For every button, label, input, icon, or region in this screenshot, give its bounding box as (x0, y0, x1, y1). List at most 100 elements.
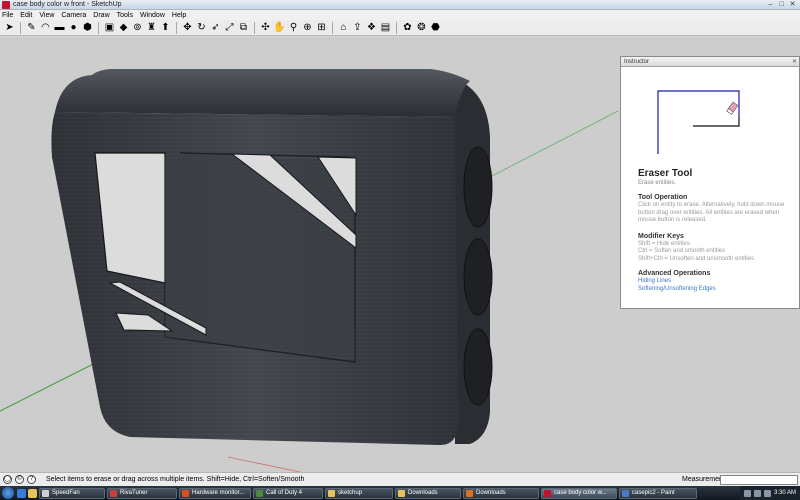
zoom-extents-icon[interactable]: ⊞ (315, 21, 328, 34)
app-icon (622, 489, 629, 497)
window-title: case body color w front - SketchUp (13, 1, 122, 8)
toolbar-separator (176, 21, 177, 34)
taskbar-button-label: Downloads (408, 489, 438, 496)
paint-bucket-icon[interactable]: ♜ (145, 21, 158, 34)
case-fan-middle (463, 238, 493, 316)
follow-me-icon[interactable]: ➶ (209, 21, 222, 34)
taskbar-button[interactable]: sketchup (325, 487, 393, 499)
taskbar-button[interactable]: Hardware monitor... (179, 487, 251, 499)
taskbar-button[interactable]: RivaTuner (107, 487, 177, 499)
pencil-icon[interactable]: ✎ (25, 21, 38, 34)
case-top-panel (55, 69, 470, 117)
push-pull-icon[interactable]: ⬆ (159, 21, 172, 34)
pan-icon[interactable]: ✋ (273, 21, 286, 34)
tool-operation-heading: Tool Operation (638, 194, 688, 201)
get-photo-texture-icon[interactable]: ▤ (379, 21, 392, 34)
get-models-icon[interactable]: ⌂ (337, 21, 350, 34)
toolbar-separator (98, 21, 99, 34)
modifier-line: Shift = Hide entities (638, 240, 690, 247)
red-axis-line (227, 456, 301, 472)
app-icon (110, 489, 117, 497)
tool-operation-text: Click on entity to erase. Alternatively,… (638, 202, 785, 223)
hiding-lines-link[interactable]: Hiding Lines (638, 278, 793, 286)
quick-launch-icon[interactable] (17, 488, 26, 498)
instructor-panel: Instructor ✕ Eraser Tool Erase entities.… (620, 56, 800, 309)
pc-case-model[interactable] (51, 69, 493, 445)
taskbar-button[interactable]: Call of Duty 4 (253, 487, 323, 499)
minimize-button[interactable]: – (766, 1, 775, 8)
scale-icon[interactable]: ⤢ (223, 21, 236, 34)
app-icon (256, 489, 263, 497)
maximize-button[interactable]: □ (777, 1, 786, 8)
tool-name: Eraser Tool (638, 168, 693, 179)
arc-icon[interactable]: ◠ (39, 21, 52, 34)
orbit-icon[interactable]: ✣ (259, 21, 272, 34)
taskbar-button-label: Downloads (476, 489, 506, 496)
main-toolbar: ➤ ✎ ◠ ▬ ● ⬢ ▣ ◆ ⊚ ♜ ⬆ ✥ ↻ ➶ ⤢ ⧉ ✣ ✋ ⚲ ⊕ ⊞ ⌂ ⇪ ❖ ▤ ✿ ❂ ⬣ (0, 20, 800, 36)
rectangle-icon[interactable]: ▬ (53, 21, 66, 34)
share-model-icon[interactable]: ⇪ (351, 21, 364, 34)
app-icon (182, 489, 189, 497)
offset-icon[interactable]: ⧉ (237, 21, 250, 34)
menu-view[interactable]: View (39, 12, 59, 19)
app-icon (544, 489, 551, 497)
tray-icon[interactable] (753, 489, 761, 497)
warehouse-icon[interactable]: ⬣ (429, 21, 442, 34)
status-message: Select items to erase or drag across mul… (46, 476, 305, 483)
clock[interactable]: 3:30 AM (774, 490, 796, 496)
eraser-icon[interactable]: ◆ (117, 21, 130, 34)
menu-help[interactable]: Help (172, 12, 191, 19)
case-fan-bottom (463, 328, 493, 406)
taskbar-button[interactable]: case body color w... (541, 487, 617, 499)
start-button[interactable] (2, 487, 14, 499)
modifier-keys-heading: Modifier Keys (638, 232, 684, 240)
zoom-window-icon[interactable]: ⊕ (301, 21, 314, 34)
softening-edges-link[interactable]: Softening/Unsoftening Edges (638, 286, 793, 294)
volume-icon[interactable] (763, 489, 771, 497)
app-icon (42, 489, 49, 497)
polygon-icon[interactable]: ⬢ (81, 21, 94, 34)
rotate-icon[interactable]: ↻ (195, 21, 208, 34)
quick-launch-icon[interactable] (28, 488, 37, 498)
taskbar-button[interactable]: Downloads (395, 487, 461, 499)
measurements-box[interactable] (720, 475, 798, 485)
instructor-title: Instructor (621, 57, 799, 67)
instructor-close-icon[interactable]: ✕ (792, 58, 797, 65)
taskbar-button[interactable]: casepic2 - Paint (619, 487, 697, 499)
menu-tools[interactable]: Tools (117, 12, 138, 19)
case-fan-top (463, 146, 493, 228)
extensions-icon[interactable]: ✿ (401, 21, 414, 34)
toolbar-separator (332, 21, 333, 34)
zoom-icon[interactable]: ⚲ (287, 21, 300, 34)
taskbar-button[interactable]: Downloads (463, 487, 539, 499)
place-model-icon[interactable]: ❂ (415, 21, 428, 34)
toolbar-separator (396, 21, 397, 34)
status-bar: ◯ © ? Select items to erase or drag acro… (0, 472, 800, 486)
select-arrow-icon[interactable]: ➤ (3, 21, 16, 34)
taskbar-button-label: Hardware monitor... (192, 489, 245, 496)
system-tray: 3:30 AM (739, 486, 800, 500)
menu-window[interactable]: Window (140, 12, 170, 19)
app-icon (398, 489, 405, 497)
help-icon[interactable]: ? (27, 475, 36, 484)
app-icon (328, 489, 335, 497)
taskbar-button[interactable]: SpeedFan (39, 487, 105, 499)
advanced-operations-heading: Advanced Operations (638, 270, 711, 277)
tray-icon[interactable] (743, 489, 751, 497)
close-button[interactable]: ✕ (788, 1, 797, 8)
geo-location-icon[interactable]: ◯ (3, 475, 12, 484)
taskbar-button-label: RivaTuner (120, 489, 148, 496)
move-icon[interactable]: ✥ (181, 21, 194, 34)
drawing-viewport[interactable]: Instructor ✕ Eraser Tool Erase entities.… (0, 37, 800, 472)
components-icon[interactable]: ❖ (365, 21, 378, 34)
menu-file[interactable]: File (2, 12, 18, 19)
menu-camera[interactable]: Camera (61, 12, 91, 19)
menu-draw[interactable]: Draw (93, 12, 114, 19)
modifier-line: Shift+Ctrl = Unsoften and unsmooth entit… (638, 255, 755, 262)
make-component-icon[interactable]: ▣ (103, 21, 116, 34)
tape-measure-icon[interactable]: ⊚ (131, 21, 144, 34)
circle-icon[interactable]: ● (67, 21, 80, 34)
tool-subtitle: Erase entities. (638, 180, 677, 186)
menu-edit[interactable]: Edit (20, 12, 37, 19)
credits-icon[interactable]: © (15, 475, 24, 484)
